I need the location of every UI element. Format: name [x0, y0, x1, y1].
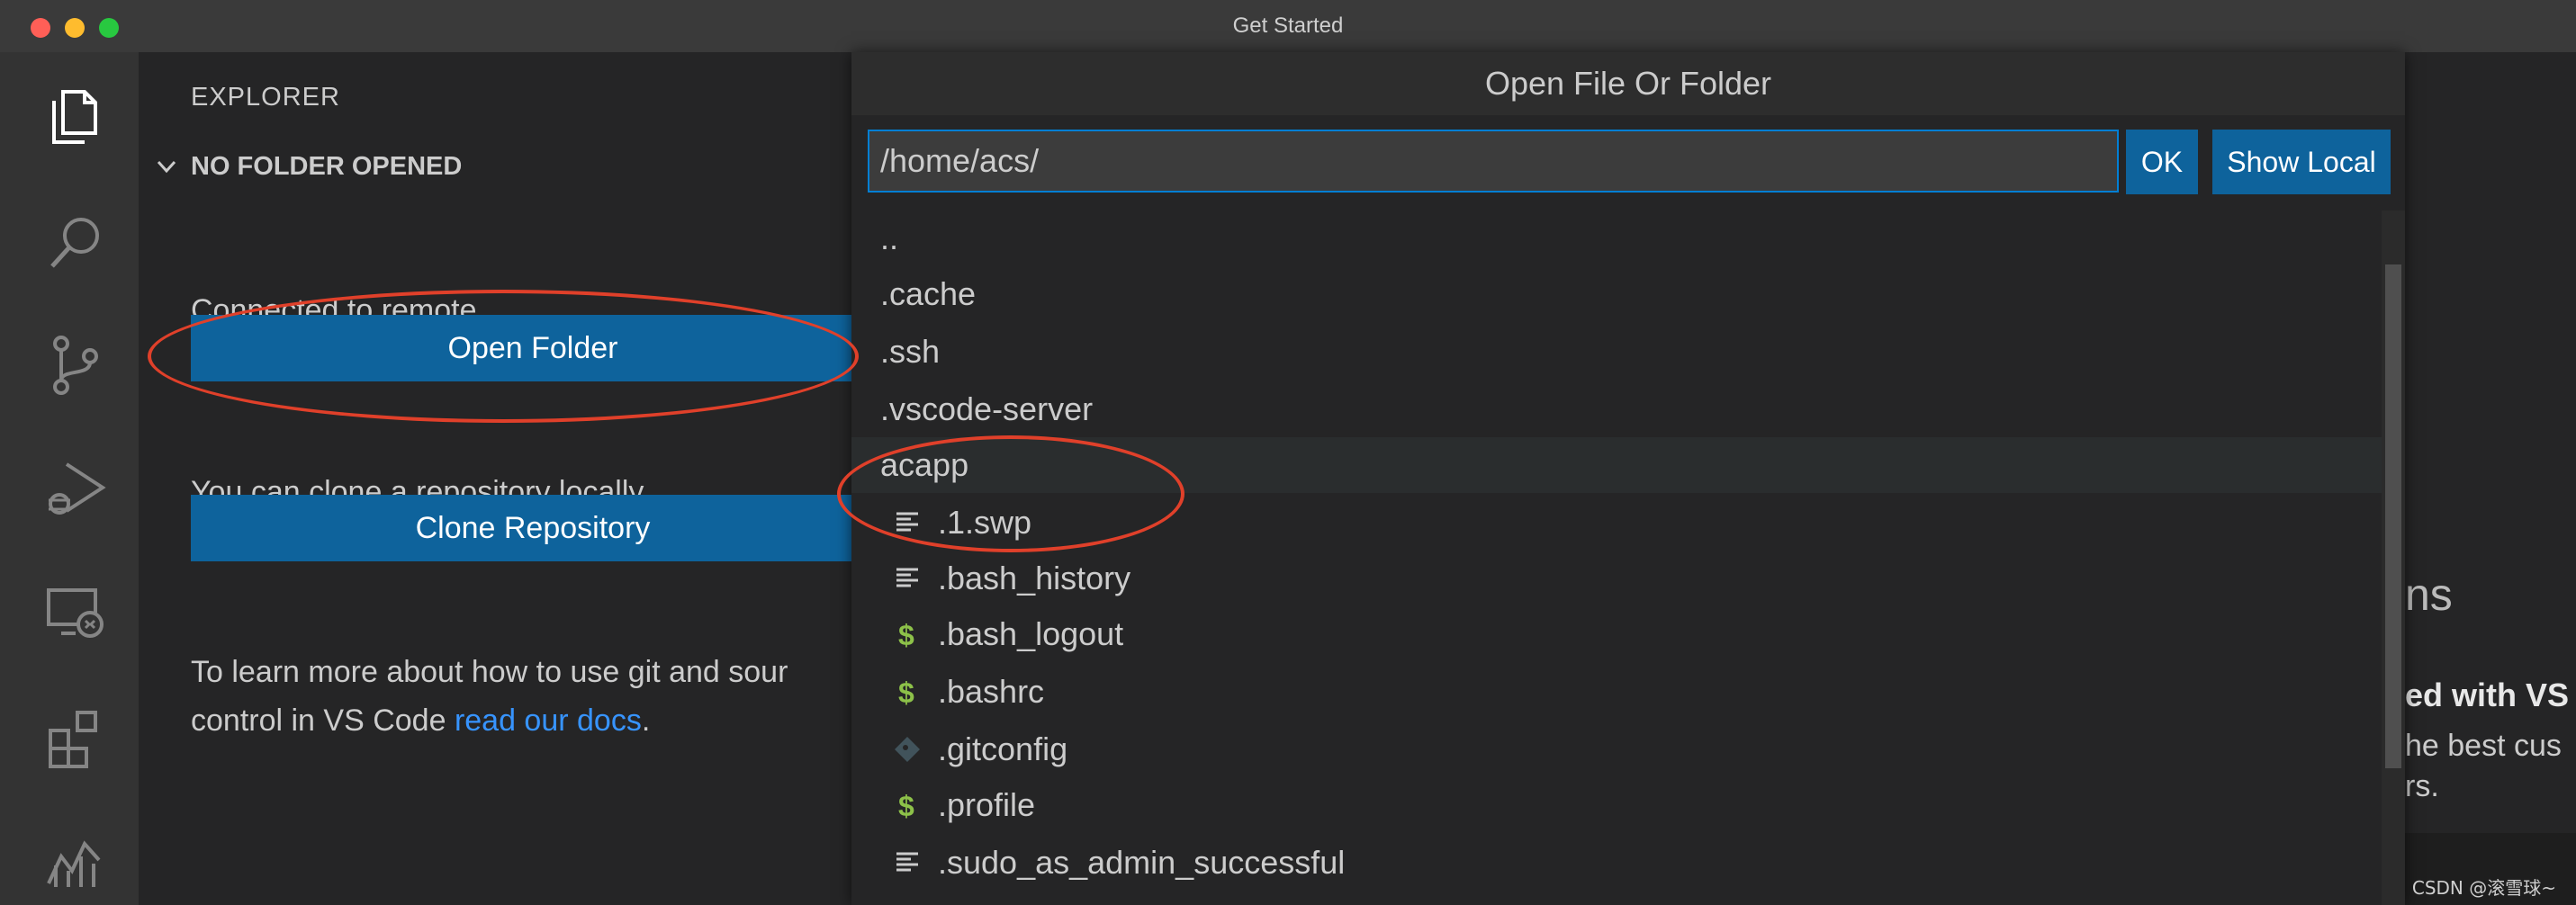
background-card-text-fragment-1: he best cus	[2405, 729, 2562, 763]
clone-repository-button[interactable]: Clone Repository	[191, 495, 875, 561]
remote-explorer-icon[interactable]	[40, 578, 112, 650]
file-list: .. .cache .ssh .vscode-server acapp .1.s…	[851, 211, 2382, 905]
list-item-sudo-as-admin[interactable]: .sudo_as_admin_successful	[851, 835, 2382, 891]
watermark-text: CSDN @滚雪球~	[2411, 877, 2556, 899]
chevron-down-icon	[157, 160, 176, 174]
activity-bar	[0, 52, 139, 905]
dollar-icon: $	[898, 791, 914, 820]
source-control-icon[interactable]	[40, 329, 112, 401]
background-card-title-fragment: ed with VS	[2405, 677, 2570, 713]
dialog-title: Open File Or Folder	[851, 52, 2405, 115]
read-docs-link[interactable]: read our docs	[455, 703, 642, 738]
file-label: .sudo_as_admin_successful	[938, 844, 1346, 881]
stats-icon[interactable]	[40, 820, 112, 892]
svg-text:$: $	[898, 677, 914, 706]
file-label: .bashrc	[938, 673, 1045, 710]
search-icon[interactable]	[40, 207, 112, 279]
window-title: Get Started	[1232, 13, 1344, 38]
list-scrollbar[interactable]	[2382, 211, 2405, 905]
list-item-bash-logout[interactable]: $ .bash_logout	[851, 606, 2382, 662]
git-diamond-icon	[895, 737, 920, 762]
svg-text:$: $	[898, 620, 914, 649]
title-bar: Get Started	[0, 0, 2576, 53]
path-input[interactable]	[868, 130, 2119, 193]
file-label: .profile	[938, 786, 1036, 823]
list-item-ssh[interactable]: .ssh	[851, 324, 2382, 380]
background-card-text-fragment-2: rs.	[2405, 769, 2439, 803]
explorer-icon[interactable]	[40, 79, 112, 151]
list-item-vscode-server[interactable]: .vscode-server	[851, 381, 2382, 437]
run-debug-icon[interactable]	[40, 453, 112, 525]
file-label: .gitconfig	[938, 730, 1068, 767]
dollar-icon: $	[898, 620, 914, 649]
learn-line-1: To learn more about how to use git and s…	[191, 655, 788, 689]
lines-icon	[896, 852, 918, 872]
scrollbar-thumb[interactable]	[2385, 264, 2401, 768]
extensions-icon[interactable]	[40, 700, 112, 772]
list-item-bashrc[interactable]: $ .bashrc	[851, 664, 2382, 720]
list-item-gitconfig[interactable]: .gitconfig	[851, 721, 2382, 777]
file-label: .bash_logout	[938, 615, 1124, 652]
lines-icon	[896, 568, 918, 587]
learn-line-2-prefix: control in VS Code	[191, 703, 455, 738]
list-item-cache[interactable]: .cache	[851, 266, 2382, 322]
svg-text:$: $	[898, 791, 914, 820]
show-local-button[interactable]: Show Local	[2212, 130, 2391, 194]
background-heading-fragment: ns	[2405, 569, 2453, 620]
explorer-sidebar: EXPLORER NO FOLDER OPENED Connected to r…	[139, 52, 875, 905]
annotation-ellipse-acapp	[837, 435, 1184, 552]
list-item-profile[interactable]: $ .profile	[851, 777, 2382, 833]
learn-suffix: .	[641, 703, 651, 738]
ok-button[interactable]: OK	[2126, 130, 2198, 194]
no-folder-section-header[interactable]: NO FOLDER OPENED	[151, 151, 462, 182]
section-title: NO FOLDER OPENED	[191, 151, 463, 181]
list-item-parent[interactable]: ..	[851, 211, 2382, 266]
annotation-ellipse-open-folder	[148, 290, 859, 423]
list-item-bash-history[interactable]: .bash_history	[851, 551, 2382, 606]
sidebar-title: EXPLORER	[191, 83, 340, 112]
learn-more-text: To learn more about how to use git and s…	[191, 648, 911, 745]
file-label: .bash_history	[938, 560, 1131, 596]
learn-line-2: control in VS Code read our docs.	[191, 696, 911, 745]
dollar-icon: $	[898, 677, 914, 706]
